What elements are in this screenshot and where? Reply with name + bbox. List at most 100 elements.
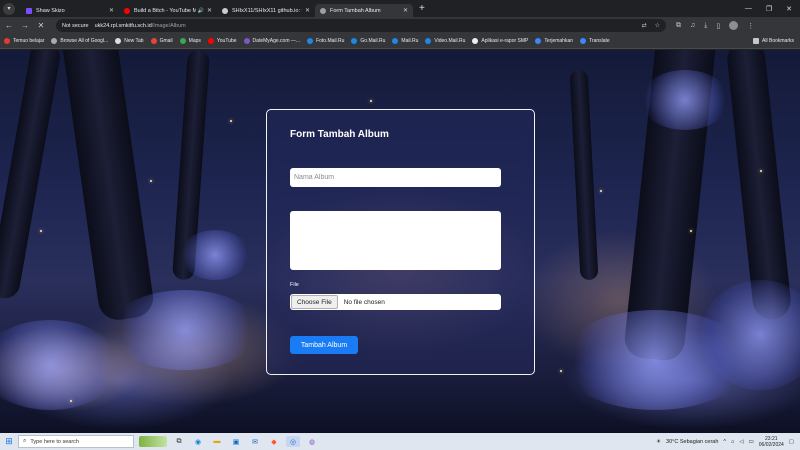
bookmark-label: Video.Mail.Ru (434, 38, 466, 44)
clock[interactable]: 23:21 06/02/2024 (759, 436, 784, 448)
taskbar-search-box[interactable]: ⌕ Type here to search (18, 435, 134, 448)
bookmark-item[interactable]: Foto.Mail.Ru (307, 38, 344, 44)
browser-tab-strip: ▾ Shaw Skizo ✕ Build a Bitch - YouTube M… (0, 0, 800, 17)
light-particle (560, 370, 562, 372)
bookmark-favicon-icon (179, 38, 186, 44)
speaker-icon[interactable]: 🔊 (198, 8, 204, 14)
bookmark-label: YouTube (216, 38, 237, 44)
bookmark-item[interactable]: New Tab (115, 38, 144, 44)
light-particle (150, 180, 152, 182)
edge-icon[interactable]: ◉ (191, 436, 205, 447)
volume-icon[interactable]: ◁ (739, 439, 743, 445)
file-explorer-icon[interactable]: ▬ (210, 436, 224, 447)
bookmark-item[interactable]: Video.Mail.Ru (425, 38, 465, 44)
url-path: /Image/Album (151, 22, 186, 29)
bookmark-label: Aplikasi e-rapor SMP (481, 38, 529, 44)
toolbar-actions: ⧉ ♫ ⤓ ▯ ⋮ (676, 21, 754, 30)
tab-title: Form Tambah Album (330, 7, 381, 14)
bookmark-favicon-icon (392, 38, 399, 44)
bookmark-item[interactable]: Go.Mail.Ru (351, 38, 385, 44)
app-icon[interactable]: ◍ (305, 436, 319, 447)
light-particle (690, 230, 692, 232)
choose-file-button[interactable]: Choose File (291, 295, 338, 309)
light-particle (370, 100, 372, 102)
brave-icon[interactable]: ◆ (267, 436, 281, 447)
tab-form-tambah-album[interactable]: Form Tambah Album ✕ (315, 4, 413, 17)
stop-loading-icon[interactable]: ✕ (34, 21, 48, 30)
page-background: Form Tambah Album File Choose File No fi… (0, 50, 800, 433)
tab-github[interactable]: SHIxX11/SHIxX11 github.io: My ✕ (217, 4, 315, 17)
maximize-icon[interactable]: ❐ (766, 5, 772, 13)
bookmark-item[interactable]: YouTube (207, 38, 237, 44)
not-secure-badge[interactable]: Not secure (62, 23, 89, 29)
weather-text[interactable]: 30°C Sebagian cerah (666, 439, 718, 445)
media-control-icon[interactable]: ♫ (690, 22, 695, 29)
translate-icon[interactable]: ⇄ (642, 22, 647, 29)
light-particle (600, 190, 602, 192)
tab-favicon-icon (26, 7, 32, 14)
close-icon[interactable]: ✕ (109, 7, 114, 14)
bookmark-star-icon[interactable]: ☆ (655, 22, 660, 29)
bookmark-item[interactable]: Gmail (150, 38, 173, 44)
bookmark-item[interactable]: Terjemahkan (535, 38, 573, 44)
bookmark-favicon-icon (535, 38, 542, 44)
address-bar[interactable]: Not secure ukk24.rpl.smkitfu.sch.id/Imag… (56, 19, 666, 32)
tree-trunk (59, 50, 156, 323)
task-view-icon[interactable]: ⧉ (172, 436, 186, 447)
form-title: Form Tambah Album (290, 129, 389, 140)
forward-icon[interactable]: → (18, 21, 32, 30)
close-icon[interactable]: ✕ (305, 7, 310, 14)
bookmark-item[interactable]: Browse All of Googl... (51, 38, 108, 44)
weather-icon[interactable]: ☀ (656, 439, 661, 445)
minimize-icon[interactable]: — (745, 5, 752, 13)
profile-avatar[interactable] (729, 21, 739, 30)
close-icon[interactable]: ✕ (207, 7, 212, 14)
album-name-input[interactable] (290, 168, 501, 187)
bookmark-favicon-icon (472, 38, 479, 44)
file-input[interactable]: Choose File No file chosen (290, 294, 501, 310)
bookmark-item[interactable]: Temuo belajar (4, 38, 44, 44)
taskbar-search-placeholder: Type here to search (30, 438, 79, 445)
bookmark-favicon-icon (243, 38, 250, 44)
notifications-icon[interactable]: ▢ (789, 439, 794, 445)
bookmark-favicon-icon (150, 38, 157, 44)
close-window-icon[interactable]: ✕ (786, 5, 792, 13)
search-highlight-icon[interactable] (139, 436, 167, 447)
tab-search-icon[interactable]: ▾ (3, 2, 15, 15)
store-icon[interactable]: ▣ (229, 436, 243, 447)
tab-youtube[interactable]: Build a Bitch - YouTube Mu 🔊 ✕ (119, 4, 217, 17)
close-icon[interactable]: ✕ (403, 7, 408, 14)
menu-icon[interactable]: ⋮ (747, 22, 754, 30)
chrome-icon[interactable]: ◎ (286, 436, 300, 447)
bookmark-item[interactable]: Maps (179, 38, 201, 44)
network-icon[interactable]: ⌂ (731, 439, 734, 445)
youtube-favicon-icon (124, 7, 130, 14)
album-description-textarea[interactable] (290, 211, 501, 270)
tab-shaw-skizo[interactable]: Shaw Skizo ✕ (21, 4, 119, 17)
bookmark-item[interactable]: Translate (580, 38, 610, 44)
blossom-bush (180, 230, 250, 280)
bookmark-item[interactable]: Aplikasi e-rapor SMP (472, 38, 528, 44)
bookmark-item[interactable]: DateMyAge.com —... (243, 38, 300, 44)
tambah-album-button[interactable]: Tambah Album (290, 336, 358, 354)
all-bookmarks-folder[interactable]: All Bookmarks (753, 38, 794, 44)
bookmark-favicon-icon (580, 38, 587, 44)
bookmark-favicon-icon (115, 38, 122, 44)
bookmark-label: Browse All of Googl... (60, 38, 109, 44)
tray-chevron-icon[interactable]: ^ (723, 439, 726, 445)
bookmark-favicon-icon (207, 38, 214, 44)
tab-title: Build a Bitch - YouTube Mu (134, 7, 196, 14)
omnibox-icons: ⇄ ☆ (642, 22, 660, 29)
back-icon[interactable]: ← (2, 21, 16, 30)
battery-icon[interactable]: ▭ (749, 439, 754, 445)
tree-trunk (0, 50, 63, 301)
extensions-icon[interactable]: ⧉ (676, 22, 681, 30)
bookmark-label: Temuo belajar (13, 38, 45, 44)
download-icon[interactable]: ⤓ (704, 22, 707, 30)
bookmark-item[interactable]: Mail.Ru (392, 38, 418, 44)
side-panel-icon[interactable]: ▯ (716, 22, 720, 30)
new-tab-button[interactable]: + (419, 3, 425, 14)
mail-icon[interactable]: ✉ (248, 436, 262, 447)
bookmark-label: Mail.Ru (401, 38, 419, 44)
windows-start-icon[interactable]: ⊞ (0, 436, 18, 447)
